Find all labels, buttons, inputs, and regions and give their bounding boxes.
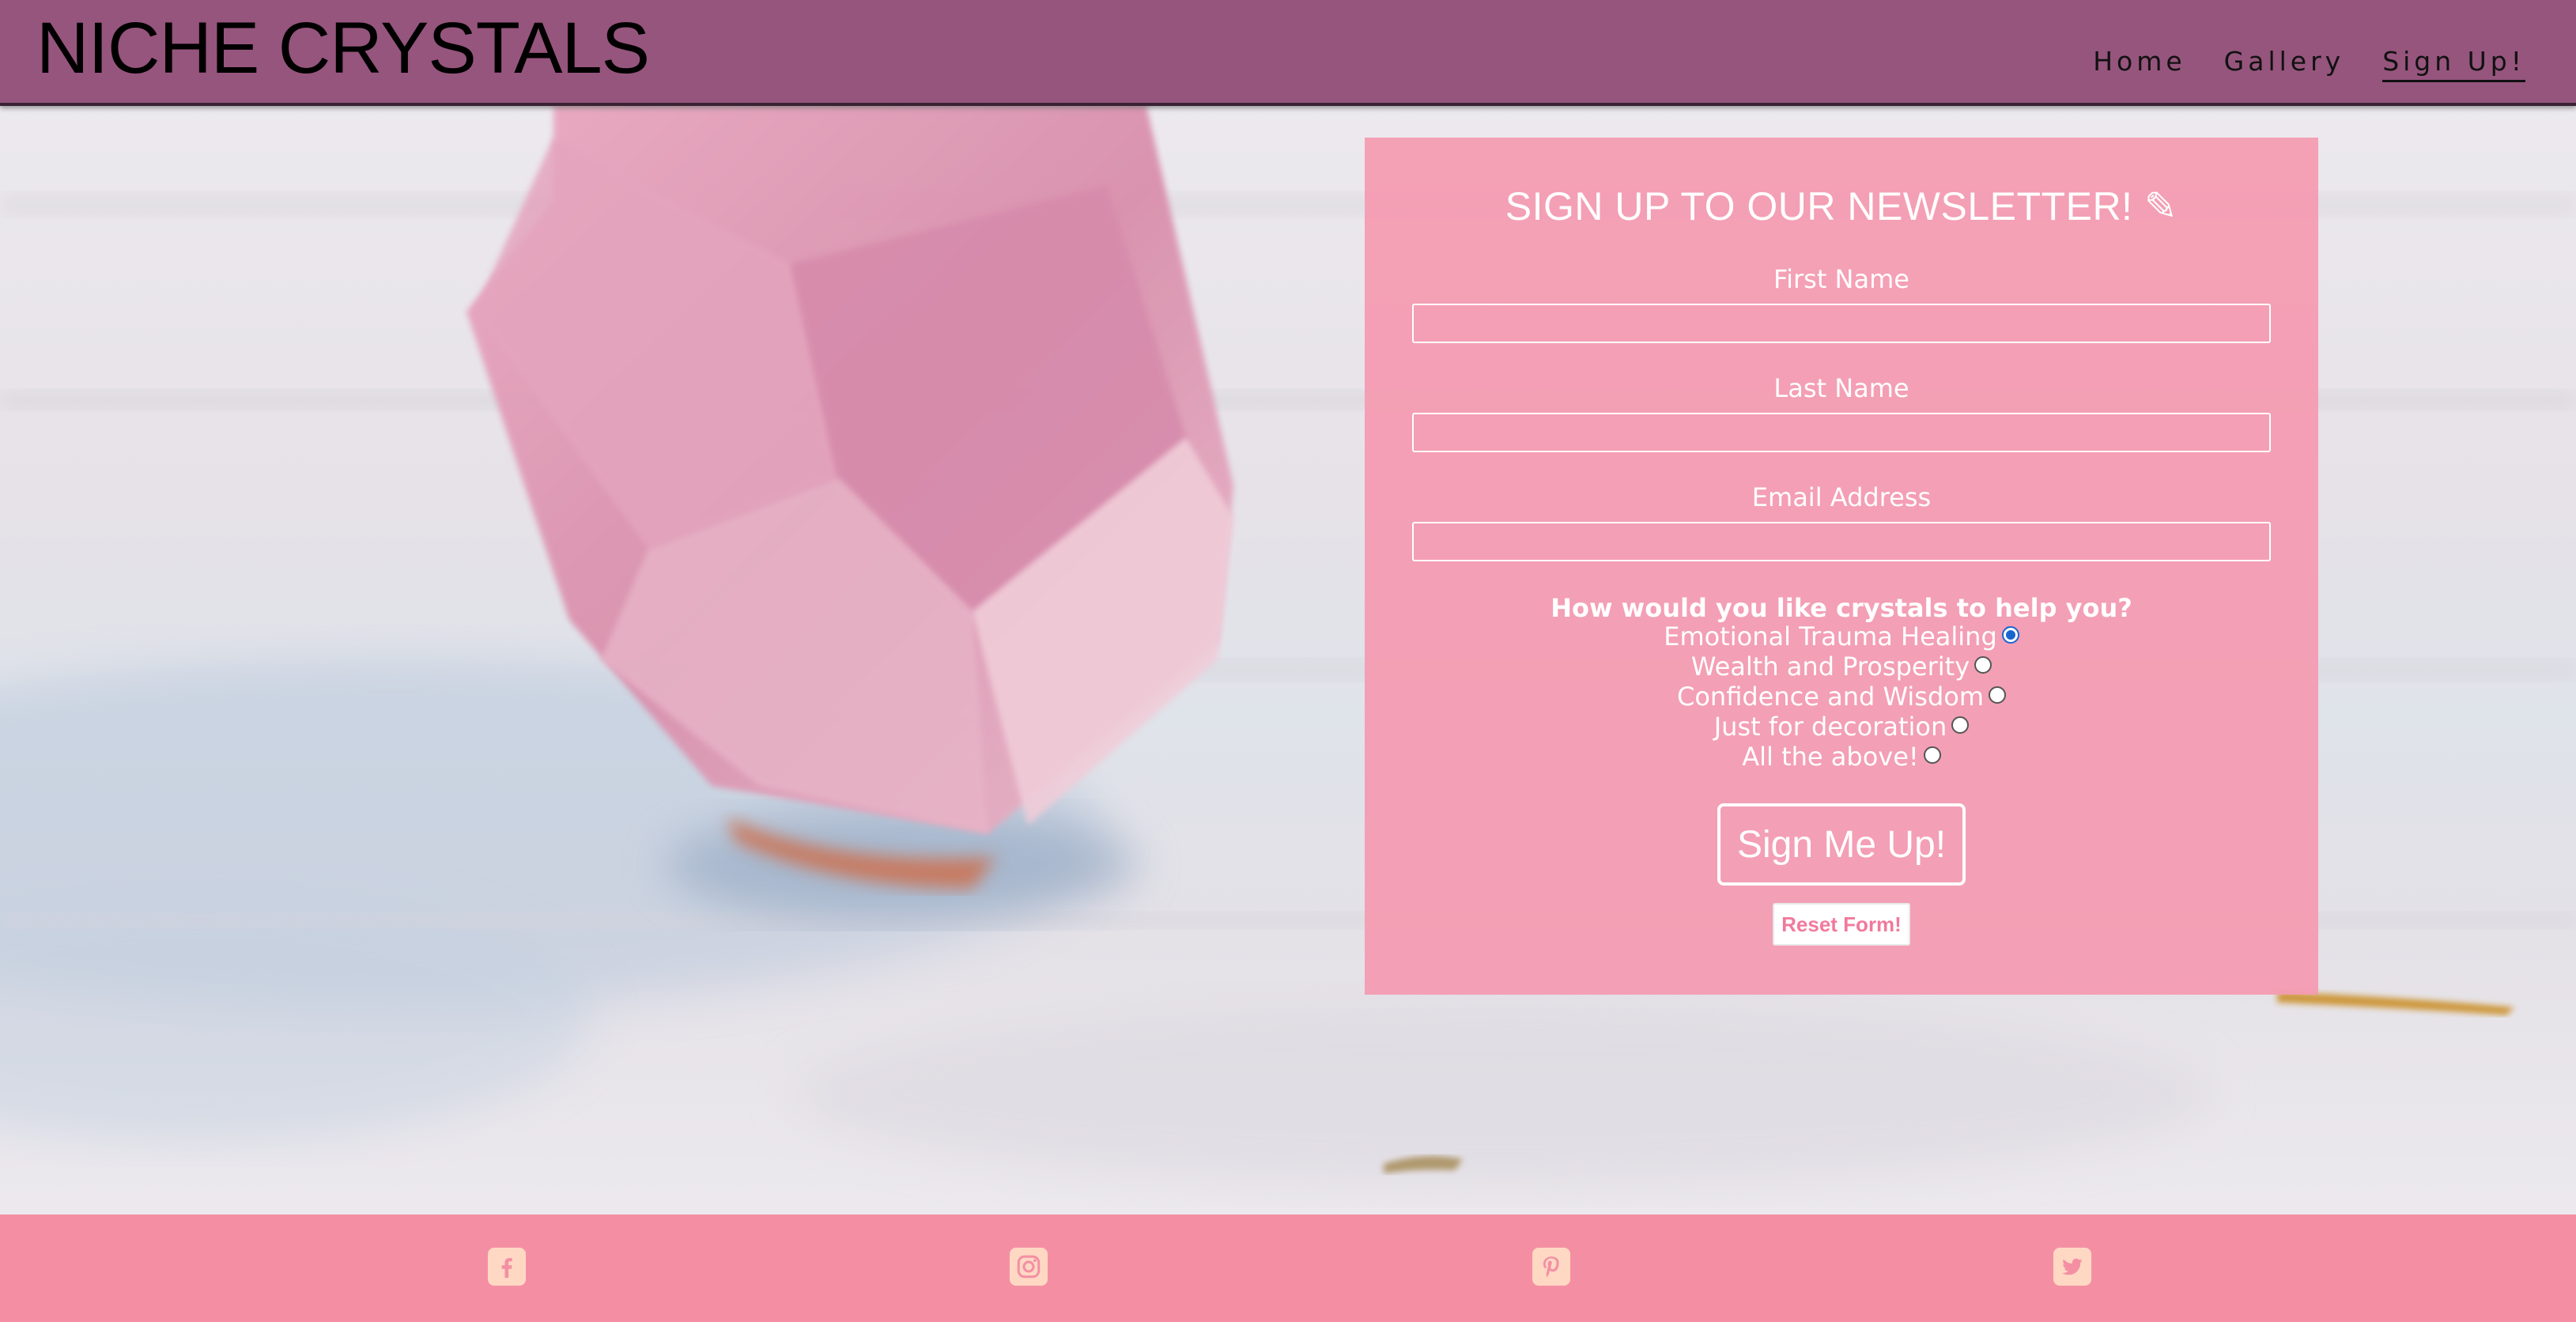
nav-link-signup[interactable]: Sign Up! <box>2382 46 2525 82</box>
radio-emotional-trauma-healing[interactable] <box>2001 626 2019 644</box>
site-footer <box>0 1214 2576 1322</box>
nav-item-home: Home <box>2093 46 2185 82</box>
option-label: Wealth and Prosperity <box>1690 652 1970 682</box>
form-title: SIGN UP TO OUR NEWSLETTER! ✎ <box>1505 184 2178 229</box>
site-logo[interactable]: NICHE CRYSTALS <box>36 5 650 92</box>
last-name-input[interactable] <box>1412 413 2271 452</box>
twitter-icon[interactable] <box>2053 1248 2091 1286</box>
email-label: Email Address <box>1751 482 1932 512</box>
email-input[interactable] <box>1412 522 2271 561</box>
pinterest-icon[interactable] <box>1532 1248 1570 1286</box>
first-name-input[interactable] <box>1412 304 2271 343</box>
main-nav: Home Gallery Sign Up! <box>2093 46 2525 82</box>
radio-confidence-wisdom[interactable] <box>1989 686 2007 704</box>
instagram-glyph <box>1017 1255 1041 1279</box>
instagram-icon[interactable] <box>1010 1248 1048 1286</box>
option-emotional-trauma-healing[interactable]: Emotional Trauma Healing <box>1365 621 2318 652</box>
reset-form-button[interactable]: Reset Form! <box>1773 903 1910 946</box>
radio-just-decoration[interactable] <box>1951 716 1970 734</box>
option-label: All the above! <box>1742 742 1919 772</box>
last-name-label: Last Name <box>1773 373 1909 403</box>
newsletter-form: SIGN UP TO OUR NEWSLETTER! ✎ First Name … <box>1365 138 2318 995</box>
facebook-icon[interactable] <box>488 1248 526 1286</box>
nav-link-gallery[interactable]: Gallery <box>2224 46 2345 80</box>
option-confidence-wisdom[interactable]: Confidence and Wisdom <box>1365 682 2318 712</box>
crystal-help-question: How would you like crystals to help you? <box>1551 593 2132 623</box>
sign-me-up-button[interactable]: Sign Me Up! <box>1717 803 1966 886</box>
option-wealth-prosperity[interactable]: Wealth and Prosperity <box>1365 652 2318 682</box>
pinterest-glyph <box>1543 1256 1559 1278</box>
nav-item-signup: Sign Up! <box>2382 46 2525 82</box>
facebook-glyph <box>501 1258 512 1279</box>
site-header: NICHE CRYSTALS Home Gallery Sign Up! <box>0 0 2576 106</box>
radio-all-above[interactable] <box>1923 746 1941 764</box>
option-all-above[interactable]: All the above! <box>1365 742 2318 772</box>
nav-item-gallery: Gallery <box>2224 46 2345 82</box>
option-label: Confidence and Wisdom <box>1676 682 1985 712</box>
first-name-label: First Name <box>1773 264 1909 294</box>
crystal-help-options: Emotional Trauma Healing Wealth and Pros… <box>1365 621 2318 772</box>
option-label: Just for decoration <box>1713 712 1947 742</box>
nav-link-home[interactable]: Home <box>2093 46 2185 80</box>
option-label: Emotional Trauma Healing <box>1664 621 1997 652</box>
radio-wealth-prosperity[interactable] <box>1974 656 1992 674</box>
twitter-glyph <box>2062 1258 2083 1275</box>
option-just-decoration[interactable]: Just for decoration <box>1365 712 2318 742</box>
